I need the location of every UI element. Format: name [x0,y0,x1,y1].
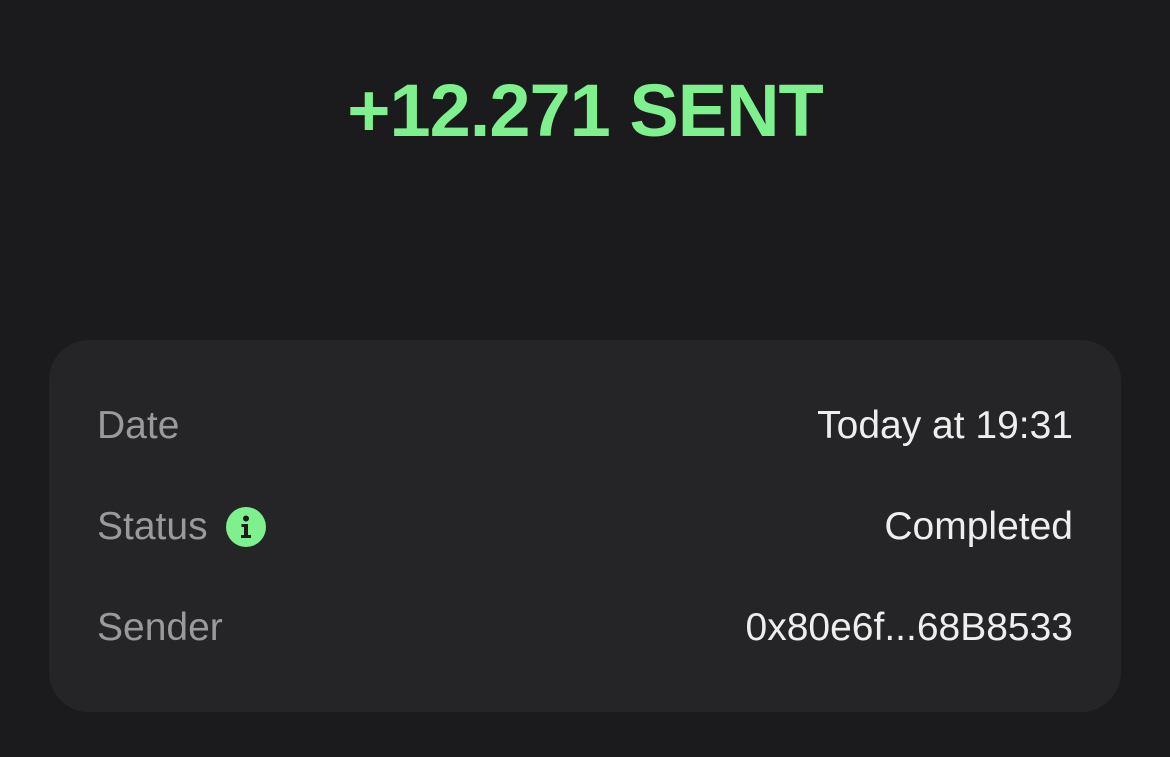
sender-address[interactable]: 0x80e6f...68B8533 [746,603,1073,653]
status-value: Completed [884,505,1073,548]
date-label: Date [97,404,180,447]
status-label-group: Status [97,502,266,552]
date-value: Today at 19:31 [817,404,1073,447]
transaction-amount: +12.271 SENT [347,69,823,152]
sender-label: Sender [97,606,223,649]
status-label: Status [97,505,208,548]
sender-row[interactable]: Sender 0x80e6f...68B8533 [97,603,1073,653]
info-icon[interactable] [225,507,266,547]
status-row: Status Completed [97,502,1073,552]
transaction-detail-screen: +12.271 SENT Date Today at 19:31 Status … [0,0,1170,757]
date-row: Date Today at 19:31 [97,401,1073,451]
